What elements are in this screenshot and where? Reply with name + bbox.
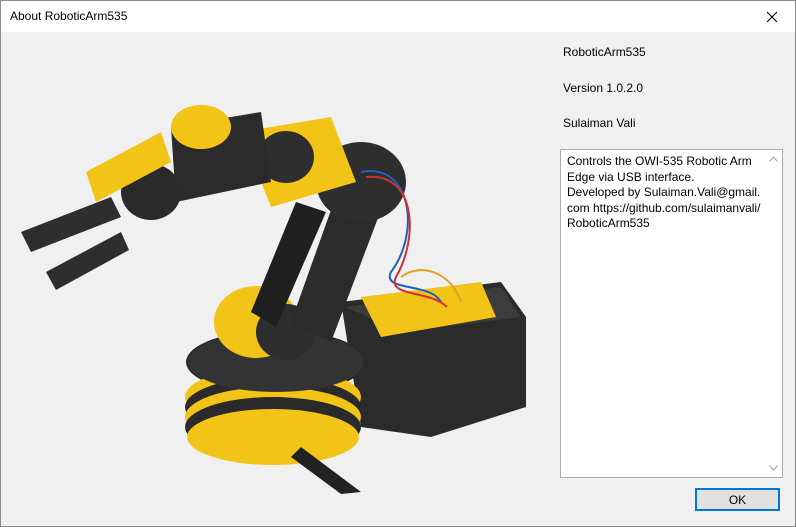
product-name: RoboticArm535 [563, 45, 646, 59]
dialog-content: RoboticArm535 Version 1.0.2.0 Sulaiman V… [1, 32, 795, 526]
title-bar[interactable]: About RoboticArm535 [1, 1, 795, 32]
window-title: About RoboticArm535 [10, 9, 128, 23]
close-button[interactable] [749, 1, 795, 32]
version-label: Version 1.0.2.0 [563, 81, 644, 95]
close-icon [766, 11, 778, 22]
vertical-scrollbar[interactable] [765, 150, 782, 477]
description-text: Controls the OWI-535 Robotic Arm Edge vi… [567, 154, 761, 230]
product-image [1, 32, 549, 526]
ok-button[interactable]: OK [695, 488, 780, 511]
about-dialog: About RoboticArm535 RoboticArm535 Versio… [0, 0, 796, 527]
author-label: Sulaiman Vali [563, 116, 636, 130]
chevron-down-icon[interactable] [769, 465, 778, 471]
chevron-up-icon[interactable] [769, 156, 778, 162]
description-textbox[interactable]: Controls the OWI-535 Robotic Arm Edge vi… [560, 149, 783, 478]
robotic-arm-illustration [21, 105, 526, 494]
